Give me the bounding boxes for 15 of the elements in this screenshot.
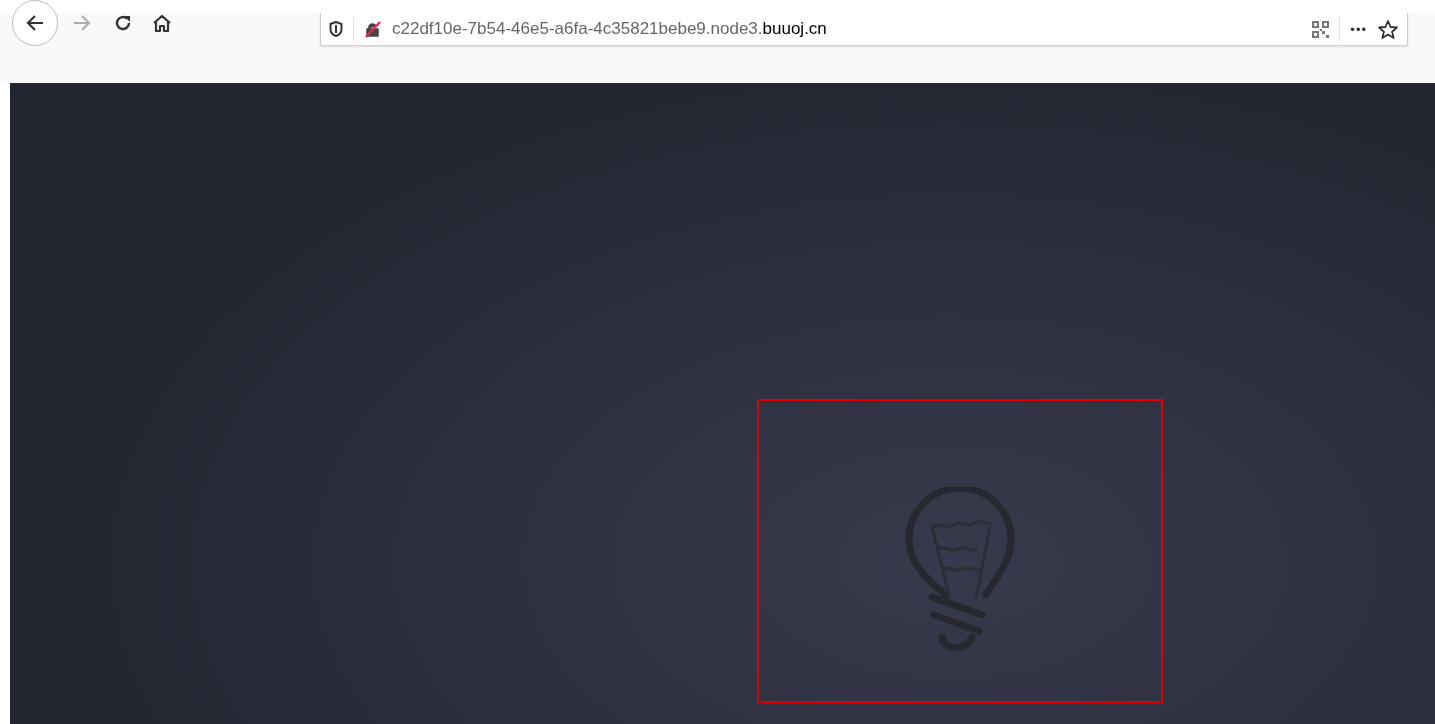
home-icon bbox=[152, 13, 172, 33]
page-actions-button[interactable]: ••• bbox=[1350, 21, 1367, 37]
back-arrow-icon bbox=[25, 14, 45, 32]
reload-icon bbox=[114, 14, 132, 32]
insecure-lock-icon bbox=[364, 20, 382, 38]
home-button[interactable] bbox=[152, 13, 172, 33]
light-bulb-icon bbox=[904, 487, 1016, 653]
star-icon[interactable] bbox=[1377, 18, 1399, 40]
qr-code-icon[interactable] bbox=[1312, 20, 1330, 38]
back-button[interactable] bbox=[12, 0, 58, 46]
address-bar[interactable]: c22df10e-7b54-46e5-a6fa-4c35821bebe9.node3.buuoj.cn ••• bbox=[320, 13, 1408, 46]
shield-icon bbox=[329, 21, 343, 37]
reload-button[interactable] bbox=[114, 14, 132, 32]
url-text: c22df10e-7b54-46e5-a6fa-4c35821bebe9.node3.buuoj.cn bbox=[392, 19, 828, 39]
forward-arrow-icon bbox=[72, 14, 92, 32]
